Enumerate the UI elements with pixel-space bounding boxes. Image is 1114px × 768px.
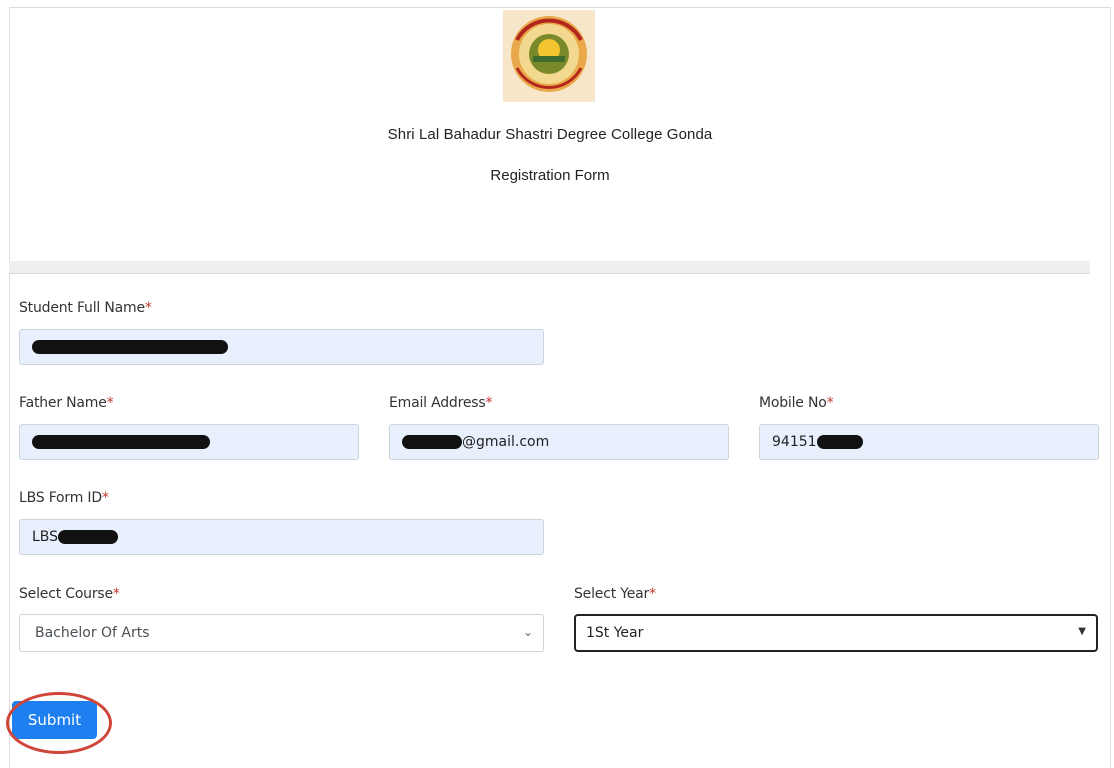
caret-down-icon: ▼ xyxy=(1078,626,1086,637)
redacted-value xyxy=(402,435,462,449)
father-name-label: Father Name* xyxy=(19,395,114,411)
mobile-label: Mobile No* xyxy=(759,395,834,411)
submit-button[interactable]: Submit xyxy=(12,701,97,739)
chevron-down-icon: ⌄ xyxy=(522,625,533,639)
email-input[interactable]: @gmail.com xyxy=(389,424,729,460)
redacted-value xyxy=(32,340,228,354)
form-title: Registration Form xyxy=(490,167,610,184)
student-name-label: Student Full Name* xyxy=(19,300,152,316)
course-select[interactable]: Bachelor Of Arts ⌄ xyxy=(19,614,544,652)
father-name-input[interactable] xyxy=(19,424,359,460)
section-divider xyxy=(9,261,1090,274)
redacted-value xyxy=(816,435,863,449)
redacted-value xyxy=(32,435,210,449)
redacted-value xyxy=(58,530,119,544)
college-logo xyxy=(503,10,595,102)
lbs-form-id-input[interactable]: LBS xyxy=(19,519,544,555)
form-card xyxy=(9,7,1111,768)
email-label: Email Address* xyxy=(389,395,493,411)
student-name-input[interactable] xyxy=(19,329,544,365)
course-label: Select Course* xyxy=(19,586,120,602)
mobile-input[interactable]: 94151 xyxy=(759,424,1099,460)
college-name: Shri Lal Bahadur Shastri Degree College … xyxy=(387,126,713,143)
seal-icon xyxy=(503,10,595,102)
year-select[interactable]: 1St Year ▼ xyxy=(574,614,1098,652)
lbs-form-id-label: LBS Form ID* xyxy=(19,490,109,506)
year-label: Select Year* xyxy=(574,586,656,602)
